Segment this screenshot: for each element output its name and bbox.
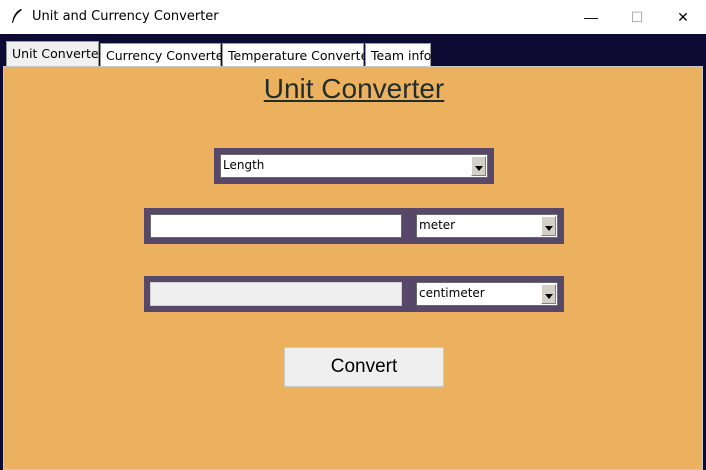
unit-converter-panel: Unit Converter Length meter centimeter C… — [3, 66, 703, 470]
minimize-button[interactable]: — — [568, 0, 614, 34]
to-frame: centimeter — [144, 276, 564, 312]
to-value-output — [150, 282, 402, 306]
chevron-down-icon[interactable] — [541, 284, 556, 304]
to-unit-select[interactable]: centimeter — [416, 282, 558, 306]
from-unit-value: meter — [419, 218, 456, 232]
to-unit-value: centimeter — [419, 286, 485, 300]
category-frame: Length — [214, 148, 494, 184]
from-frame: meter — [144, 208, 564, 244]
maximize-button[interactable]: ☐ — [614, 0, 660, 34]
window-title: Unit and Currency Converter — [32, 9, 219, 24]
category-select-value: Length — [223, 158, 265, 172]
chevron-down-icon[interactable] — [471, 156, 486, 176]
window-titlebar: Unit and Currency Converter — ☐ ✕ — [0, 0, 706, 34]
tab-currency-converter[interactable]: Currency Converter — [100, 43, 229, 67]
chevron-down-icon[interactable] — [541, 216, 556, 236]
page-title: Unit Converter — [263, 73, 445, 104]
tab-unit-converter[interactable]: Unit Converter — [6, 41, 104, 67]
tab-temperature-converter[interactable]: Temperature Converter — [222, 43, 373, 67]
from-unit-select[interactable]: meter — [416, 214, 558, 238]
from-value-input[interactable] — [150, 214, 402, 238]
tab-team-info[interactable]: Team info — [365, 43, 431, 67]
feather-icon — [12, 9, 22, 23]
convert-button[interactable]: Convert — [284, 347, 444, 387]
category-select[interactable]: Length — [220, 154, 488, 178]
close-button[interactable]: ✕ — [660, 0, 706, 34]
